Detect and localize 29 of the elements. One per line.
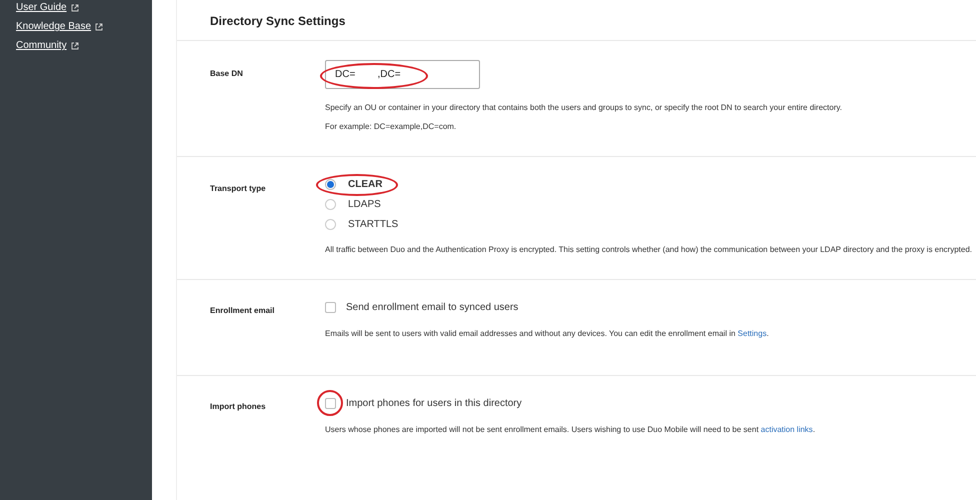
help-text: Specify an OU or container in your directory that contains both the users and groups to sync, or specify the root DN to search your entire directory. (325, 102, 843, 114)
highlight-ellipse (317, 390, 343, 416)
external-link-icon (95, 22, 104, 30)
radio-button[interactable] (325, 218, 336, 230)
page-title: Directory Sync Settings (209, 13, 346, 30)
help-text: Users whose phones are imported will not be sent enrollment emails. Users wishing to use Duo Mobile will need to be sent activation links. (325, 424, 816, 436)
radio-label: CLEAR (348, 178, 382, 190)
setting-label: Import phones (210, 401, 267, 413)
radio-button[interactable] (325, 178, 336, 190)
radio-label: LDAPS (348, 198, 381, 210)
checkbox[interactable] (325, 398, 336, 408)
setting-label: Enrollment email (210, 305, 276, 317)
help-link[interactable]: activation links (760, 425, 813, 434)
checkbox-label: Import phones for users in this directory (346, 398, 522, 408)
setting-label: Transport type (210, 183, 267, 195)
radio-label: STARTTLS (348, 218, 398, 230)
setting-label: Base DN (210, 68, 244, 80)
checkbox[interactable] (325, 302, 336, 312)
external-link-icon (70, 42, 79, 50)
radio-button[interactable] (325, 198, 336, 210)
help-text: All traffic between Duo and the Authentication Proxy is encrypted. This setting controls whether (and how) the communication between your LDAP directory and the proxy is encrypted. (325, 244, 974, 256)
external-link-icon (70, 4, 79, 12)
help-link[interactable]: Settings (738, 329, 767, 338)
sidebar-link[interactable]: User Guide (16, 1, 67, 14)
sidebar-link[interactable]: Community (16, 39, 67, 52)
help-text: For example: DC=example,DC=com. (325, 121, 458, 133)
checkbox-label: Send enrollment email to synced users (346, 302, 518, 312)
sidebar-link[interactable]: Knowledge Base (16, 20, 92, 33)
help-text: Emails will be sent to users with valid email addresses and without any devices. You can edit the enrollment email in Settings. (325, 328, 770, 340)
